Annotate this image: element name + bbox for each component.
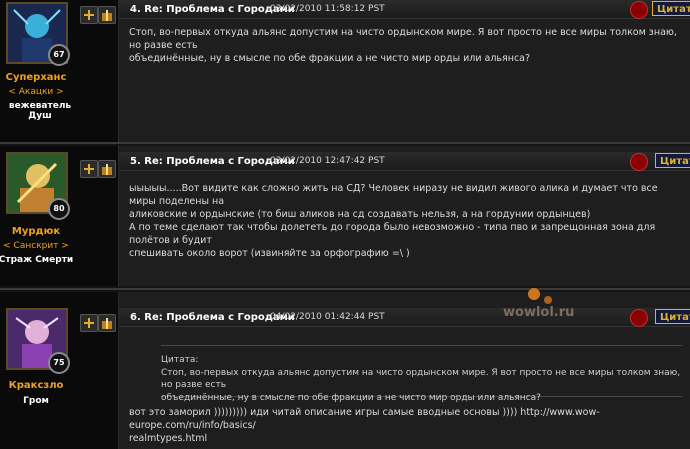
horde-faction-icon [630, 1, 648, 19]
level-badge: 75 [48, 352, 70, 374]
post-content: 6. Re: Проблема с Городами 04/02/2010 01… [119, 292, 690, 449]
post-line: вот это заморил ))))))))) иди читай опис… [129, 407, 600, 431]
forum-post: 75 Краксзло Гром 6. Re: Проблема с Город… [0, 292, 690, 449]
quote-button[interactable]: Цитата [652, 1, 690, 16]
forum-post: 80 Мурдюк < Санскрит > Страж Смерти 5. R… [0, 146, 690, 286]
quote-heading: Цитата: [161, 355, 199, 365]
author-panel: 80 Мурдюк < Санскрит > Страж Смерти [0, 146, 119, 286]
post-line: ыыыыы.....Вот видите как сложно жить на … [129, 183, 658, 207]
author-name[interactable]: Мурдюк [0, 226, 76, 237]
watermark: wowlol.ru [503, 305, 575, 320]
post-content: 5. Re: Проблема с Городами 03/02/2010 12… [119, 146, 690, 286]
author-panel: 67 Суперханс < Акацки > вежеватель Душ [0, 0, 119, 142]
post-line: объединённые, ну в смысле по обе фракции… [129, 53, 531, 64]
post-date: 04/02/2010 01:42:44 PST [270, 312, 385, 322]
post-body: Стоп, во-первых откуда альянс допустим н… [129, 26, 686, 65]
author-name[interactable]: Краксзло [0, 380, 76, 391]
post-divider [0, 288, 690, 290]
author-panel: 75 Краксзло Гром [0, 292, 119, 449]
plus-icon[interactable] [80, 160, 98, 178]
post-body: вот это заморил ))))))))) иди читай опис… [129, 406, 686, 445]
post-line: Стоп, во-первых откуда альянс допустим н… [129, 27, 677, 51]
author-guild[interactable]: < Акацки > [0, 87, 76, 97]
quote-line: Стоп, во-первых откуда альянс допустим н… [161, 367, 681, 391]
post-header: 4. Re: Проблема с Городами 03/02/2010 11… [119, 0, 690, 19]
plus-icon[interactable] [80, 6, 98, 24]
plus-icon[interactable] [80, 314, 98, 332]
author-guild[interactable]: < Санскрит > [0, 241, 76, 251]
post-content: 4. Re: Проблема с Городами 03/02/2010 11… [119, 0, 690, 142]
post-line: аликовские и ордынские (то биш аликов на… [129, 209, 591, 220]
horde-faction-icon [630, 153, 648, 171]
level-badge: 80 [48, 198, 70, 220]
quote-button[interactable]: Цитат [655, 153, 690, 168]
post-divider [0, 142, 690, 144]
author-realm: вежеватель Душ [8, 101, 72, 121]
post-line: realmtypes.html [129, 433, 208, 444]
horde-faction-icon [630, 309, 648, 327]
post-header: 6. Re: Проблема с Городами 04/02/2010 01… [119, 308, 690, 327]
gift-icon[interactable] [98, 6, 116, 24]
post-body: ыыыыы.....Вот видите как сложно жить на … [129, 182, 686, 260]
post-line: А по теме сделают так чтобы долететь до … [129, 222, 656, 246]
gift-icon[interactable] [98, 160, 116, 178]
post-line: спешивать около ворот (извиняйте за орфо… [129, 248, 410, 259]
forum-post: 67 Суперханс < Акацки > вежеватель Душ 4… [0, 0, 690, 142]
author-realm: Страж Смерти [0, 255, 74, 265]
gift-icon[interactable] [98, 314, 116, 332]
quoted-message: Цитата: Стоп, во-первых откуда альянс до… [161, 345, 682, 403]
quote-line: объединённые, ну в смысле по обе фракции… [161, 392, 541, 403]
post-date: 03/02/2010 11:58:12 PST [270, 4, 385, 14]
quote-button[interactable]: Цитат [655, 309, 690, 324]
post-date: 03/02/2010 12:47:42 PST [270, 156, 385, 166]
author-name[interactable]: Суперханс [0, 72, 76, 83]
post-header: 5. Re: Проблема с Городами 03/02/2010 12… [119, 152, 690, 171]
level-badge: 67 [48, 44, 70, 66]
author-realm: Гром [23, 396, 49, 406]
